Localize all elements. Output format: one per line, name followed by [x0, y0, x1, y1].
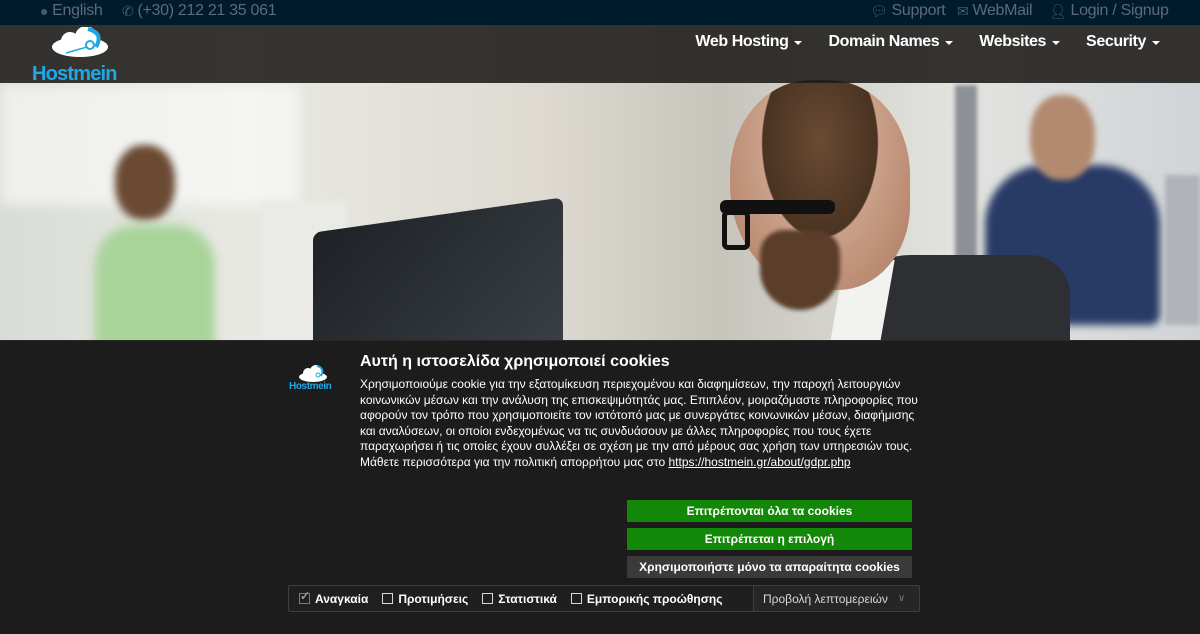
pref-marketing[interactable]: Εμπορικής προώθησης [570, 591, 723, 606]
pref-necessary[interactable]: Αναγκαία [299, 589, 369, 606]
hero-woman-body [95, 225, 215, 340]
necessary-checkbox[interactable] [299, 589, 310, 604]
show-details-toggle[interactable]: Προβολή λεπτομερειών ∨ [753, 586, 919, 611]
allow-all-cookies-button[interactable]: Επιτρέπονται όλα τα cookies [627, 500, 912, 522]
hero-man-beard [760, 230, 840, 310]
hero-glasses-lens [722, 210, 750, 250]
statistics-checkbox[interactable] [482, 593, 494, 604]
webmail-label: WebMail [972, 2, 1033, 19]
nav-label: Domain Names [828, 33, 940, 50]
nav-label: Websites [979, 33, 1047, 50]
support-link[interactable]: 💬︎ Support [870, 2, 946, 20]
login-signup-link[interactable]: 👤︎ Login / Signup [1049, 2, 1169, 20]
cloud-logo-icon [52, 27, 108, 57]
main-nav: Web Hosting Domain Names Websites Securi… [695, 33, 1160, 51]
marketing-checkbox[interactable] [570, 593, 582, 604]
cookie-preferences-bar: Αναγκαία Προτιμήσεις Στατιστικά Εμπορική… [288, 585, 920, 612]
cookie-banner-logo: Hostmein [289, 365, 337, 395]
support-label: Support [891, 2, 946, 19]
cookie-consent-banner: Hostmein Αυτή η ιστοσελίδα χρησιμοποιεί … [0, 340, 1200, 634]
cookie-logo-text: Hostmein [289, 381, 332, 392]
language-selector[interactable]: ● English [40, 2, 103, 20]
chevron-down-icon: ∨ [897, 593, 906, 604]
caret-down-icon [1052, 41, 1061, 45]
hero-background-man-head [1030, 95, 1095, 180]
envelope-icon: ✉ [957, 2, 969, 19]
nav-security[interactable]: Security [1086, 33, 1160, 51]
pref-label: Αναγκαία [315, 591, 369, 606]
necessary-only-button[interactable]: Χρησιμοποιήστε μόνο τα απαραίτητα cookie… [627, 556, 912, 578]
show-details-label: Προβολή λεπτομερειών [763, 591, 888, 606]
phone-number[interactable]: ✆ (+30) 212 21 35 061 [122, 2, 277, 20]
phone-icon: ✆ [122, 2, 134, 19]
pref-label: Εμπορικής προώθησης [586, 591, 723, 606]
hero-monitor-right [1165, 175, 1200, 325]
phone-label: (+30) 212 21 35 061 [137, 2, 277, 19]
globe-icon: ● [40, 3, 49, 19]
preferences-checkbox[interactable] [382, 593, 394, 604]
chat-bubbles-icon: 💬︎ [870, 2, 888, 19]
logo-text: Hostmein [32, 63, 118, 85]
pref-label: Στατιστικά [498, 591, 557, 606]
site-header: Hostmein Web Hosting Domain Names Websit… [0, 25, 1200, 85]
site-logo[interactable]: Hostmein [30, 27, 130, 97]
hero-laptop [313, 197, 563, 340]
language-label: English [52, 2, 103, 19]
webmail-link[interactable]: ✉ WebMail [957, 2, 1033, 20]
nav-domain-names[interactable]: Domain Names [828, 33, 954, 51]
nav-websites[interactable]: Websites [979, 33, 1061, 51]
login-label: Login / Signup [1070, 2, 1169, 19]
nav-label: Web Hosting [695, 33, 789, 50]
cookie-banner-title: Αυτή η ιστοσελίδα χρησιμοποιεί cookies [360, 353, 670, 370]
caret-down-icon [945, 41, 954, 45]
cookie-banner-description: Χρησιμοποιούμε cookie για την εξατομίκευ… [360, 377, 920, 470]
caret-down-icon [794, 41, 803, 45]
caret-down-icon [1152, 41, 1160, 45]
allow-selection-button[interactable]: Επιτρέπεται η επιλογή [627, 528, 912, 550]
nav-label: Security [1086, 33, 1146, 50]
privacy-policy-link[interactable]: https://hostmein.gr/about/gdpr.php [668, 455, 850, 469]
pref-label: Προτιμήσεις [398, 591, 469, 606]
hero-woman-head [115, 145, 175, 220]
pref-statistics[interactable]: Στατιστικά [482, 592, 557, 606]
user-icon: 👤︎ [1049, 2, 1067, 19]
top-utility-bar: ● English ✆ (+30) 212 21 35 061 💬︎ Suppo… [0, 0, 1200, 25]
pref-preferences[interactable]: Προτιμήσεις [382, 592, 468, 606]
nav-web-hosting[interactable]: Web Hosting [695, 33, 803, 51]
